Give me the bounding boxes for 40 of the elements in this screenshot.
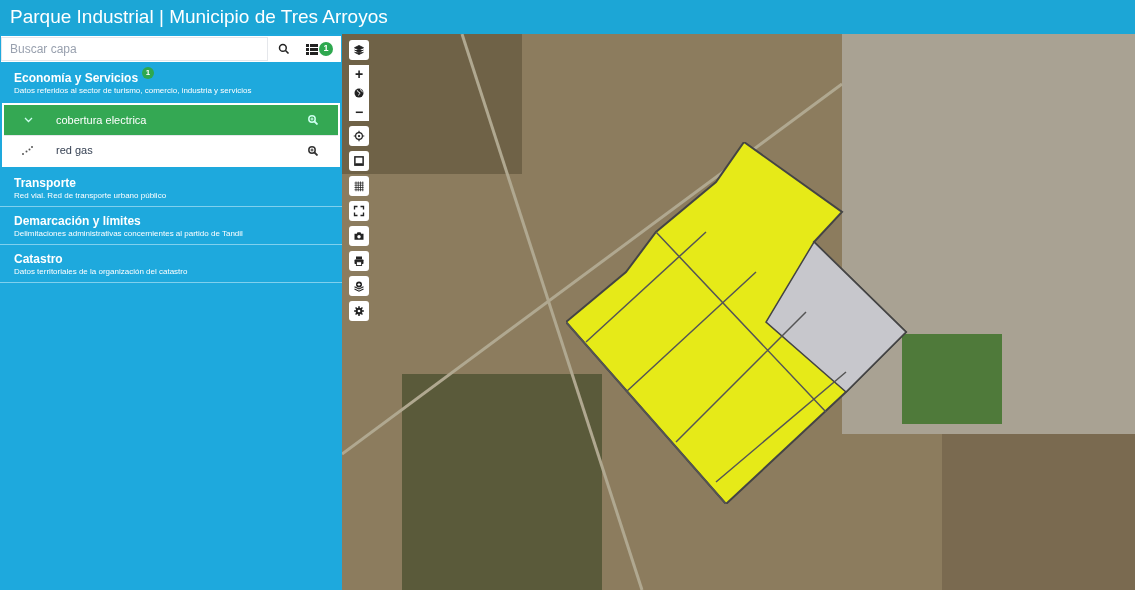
layers-icon	[353, 44, 365, 56]
zoom-in-icon[interactable]	[308, 145, 318, 156]
layer-name: cobertura electrica	[56, 112, 148, 128]
dotted-line-icon	[22, 146, 33, 155]
square-icon	[353, 155, 365, 167]
list-icon[interactable]	[306, 43, 318, 55]
grid-button[interactable]	[349, 176, 369, 196]
group-title: Economía y Servicios	[14, 71, 139, 85]
group-title: Catastro	[14, 252, 63, 266]
search-icon[interactable]	[278, 43, 290, 55]
square-button[interactable]	[349, 151, 369, 171]
layer-name: red gas	[56, 143, 94, 159]
layers-button[interactable]	[349, 40, 369, 60]
chevron-down-icon[interactable]	[24, 117, 33, 123]
window-title: Parque Industrial | Municipio de Tres Arroyos	[10, 4, 388, 29]
zoom-in-button[interactable]: +	[349, 65, 369, 83]
fullscreen-button[interactable]	[349, 201, 369, 221]
camera-button[interactable]	[349, 226, 369, 246]
group-description: Delimitaciones administrativas concernientes al partido de Tandil	[14, 228, 244, 239]
group-description: Datos referidos al sector de turismo, comercio, industria y servicios	[14, 85, 253, 96]
search-field[interactable]: Buscar capa	[1, 37, 268, 61]
print-button[interactable]	[349, 251, 369, 271]
camera-icon	[353, 230, 365, 242]
locate-button[interactable]	[349, 126, 369, 146]
count-badge: 1	[142, 67, 155, 79]
group-description: Red vial. Red de transporte urbano público	[14, 190, 168, 201]
group-title: Transporte	[14, 176, 76, 190]
add-layer-icon	[353, 280, 365, 292]
count-badge: 1	[319, 42, 333, 56]
group-title: Demarcación y límites	[14, 214, 141, 228]
grid-icon	[353, 180, 365, 192]
settings-button[interactable]	[349, 301, 369, 321]
printer-icon	[353, 255, 365, 267]
zoom-out-button[interactable]: −	[349, 103, 369, 121]
layer-row[interactable]: cobertura electrica	[4, 105, 338, 135]
group-description: Datos territoriales de la organización del catastro	[14, 266, 189, 277]
fullscreen-icon	[353, 205, 365, 217]
map-area[interactable]: + −	[342, 34, 1135, 590]
settings-icon	[353, 305, 365, 317]
crosshair-icon	[353, 130, 365, 142]
